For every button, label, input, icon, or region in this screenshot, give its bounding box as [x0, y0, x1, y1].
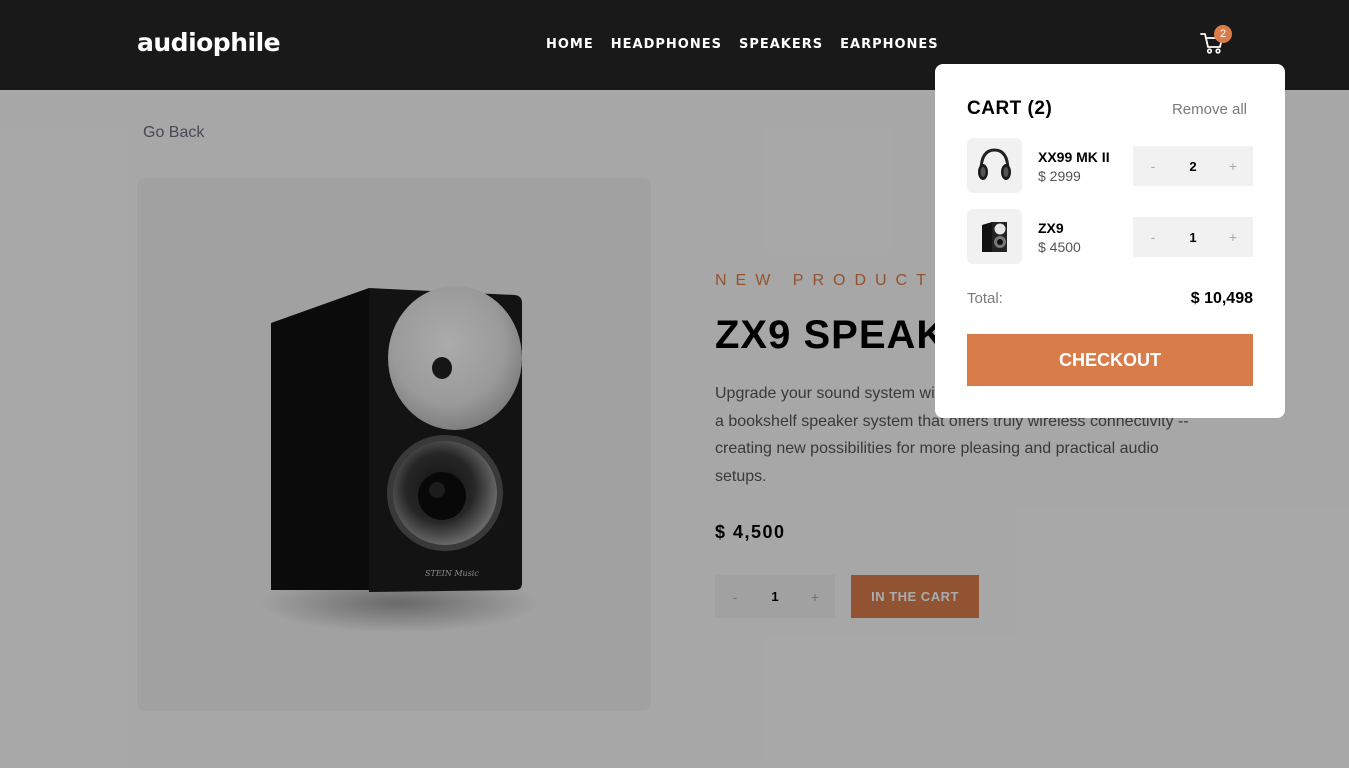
- cart-item-thumbnail: [967, 138, 1022, 193]
- cart-item-price: $ 2999: [1038, 168, 1081, 184]
- cart-item-name: ZX9: [1038, 220, 1064, 236]
- cart-title: CART (2): [967, 98, 1053, 119]
- quantity-value: 1: [1189, 229, 1197, 245]
- cart-modal: CART (2) Remove all XX99 MK II $ 2999 - …: [935, 64, 1285, 418]
- cart-item: ZX9 $ 4500 - 1 +: [967, 209, 1253, 264]
- cart-count-badge: 2: [1214, 25, 1232, 43]
- decrement-button[interactable]: -: [1133, 158, 1173, 174]
- logo[interactable]: audiophile: [137, 28, 281, 57]
- decrement-button[interactable]: -: [1133, 229, 1173, 245]
- cart-item-thumbnail: [967, 209, 1022, 264]
- nav-item-headphones[interactable]: HEADPHONES: [611, 37, 722, 52]
- increment-button[interactable]: +: [1213, 158, 1253, 174]
- nav-item-home[interactable]: HOME: [546, 37, 594, 52]
- cart-item: XX99 MK II $ 2999 - 2 +: [967, 138, 1253, 193]
- cart-item-name: XX99 MK II: [1038, 149, 1110, 165]
- checkout-button[interactable]: CHECKOUT: [967, 334, 1253, 386]
- cart-item-quantity-stepper: - 1 +: [1133, 217, 1253, 257]
- remove-all-button[interactable]: Remove all: [1172, 101, 1247, 118]
- cart-item-price: $ 4500: [1038, 239, 1081, 255]
- total-label: Total:: [967, 290, 1003, 307]
- quantity-value: 2: [1189, 158, 1197, 174]
- main-nav: HOME HEADPHONES SPEAKERS EARPHONES: [546, 37, 939, 52]
- nav-item-speakers[interactable]: SPEAKERS: [739, 37, 823, 52]
- total-value: $ 10,498: [1190, 290, 1253, 307]
- cart-item-quantity-stepper: - 2 +: [1133, 146, 1253, 186]
- increment-button[interactable]: +: [1213, 229, 1253, 245]
- nav-item-earphones[interactable]: EARPHONES: [840, 37, 939, 52]
